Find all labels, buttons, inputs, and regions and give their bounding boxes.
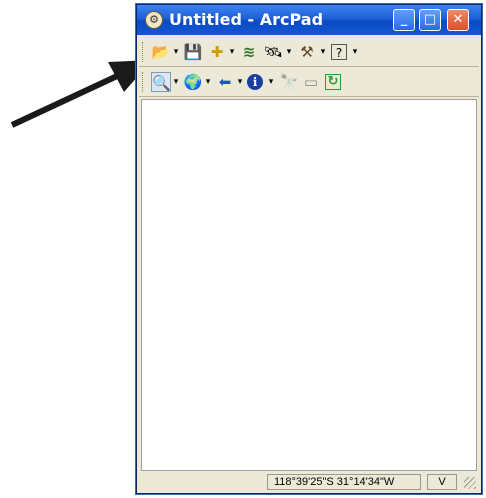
- extent-dropdown[interactable]: ▾: [204, 73, 212, 91]
- full-extent-icon: 🌍: [183, 73, 203, 91]
- find-icon: 🔭: [279, 73, 299, 91]
- gps-dropdown[interactable]: ▾: [285, 43, 293, 61]
- save-button[interactable]: 💾: [183, 42, 203, 62]
- window-title: Untitled - ArcPad: [169, 10, 324, 29]
- help-button[interactable]: ?: [331, 44, 347, 60]
- identify-dropdown[interactable]: ▾: [267, 73, 275, 91]
- full-extent-button[interactable]: 🌍: [183, 72, 203, 92]
- zoom-in-icon: 🔍: [152, 74, 171, 92]
- find-button[interactable]: 🔭: [279, 72, 299, 92]
- app-icon[interactable]: ⚙: [145, 11, 163, 29]
- status-bar: 118°39'25"S 31°14'34"W V: [139, 473, 479, 491]
- open-dropdown[interactable]: ▾: [172, 43, 180, 61]
- toolbar-grip[interactable]: [142, 42, 146, 62]
- zoom-dropdown[interactable]: ▾: [172, 73, 180, 91]
- maximize-icon: □: [423, 12, 437, 27]
- maximize-button[interactable]: □: [419, 9, 441, 31]
- layers-button[interactable]: ≋: [239, 42, 259, 62]
- select-icon: ▭: [303, 73, 319, 91]
- map-canvas[interactable]: [141, 99, 477, 471]
- close-button[interactable]: ✕: [447, 9, 469, 31]
- identify-icon: ℹ: [252, 75, 258, 89]
- save-icon: 💾: [183, 43, 203, 61]
- coordinates-readout: 118°39'25"S 31°14'34"W: [267, 474, 421, 490]
- title-bar[interactable]: ⚙ Untitled - ArcPad _ □ ✕: [137, 5, 481, 35]
- arcpad-window: ⚙ Untitled - ArcPad _ □ ✕ 📂 ▾ 💾 ✚ ▾ ≋ 🛰 …: [136, 4, 482, 494]
- back-button[interactable]: ⬅: [215, 72, 235, 92]
- open-icon: 📂: [151, 43, 171, 61]
- add-layer-dropdown[interactable]: ▾: [228, 43, 236, 61]
- help-icon: ?: [335, 46, 343, 60]
- add-layer-icon: ✚: [210, 43, 224, 61]
- gps-icon: 🛰: [263, 43, 283, 61]
- mode-indicator: V: [427, 474, 457, 490]
- main-toolbar: 📂 ▾ 💾 ✚ ▾ ≋ 🛰 ▾ ⚒ ▾ ? ▾: [139, 37, 479, 67]
- add-layer-button[interactable]: ✚: [207, 42, 227, 62]
- identify-button[interactable]: ℹ: [247, 74, 263, 90]
- tools-dropdown[interactable]: ▾: [319, 43, 327, 61]
- resize-grip[interactable]: [464, 477, 476, 489]
- help-dropdown[interactable]: ▾: [351, 43, 359, 61]
- layers-icon: ≋: [242, 43, 256, 61]
- refresh-icon: ↻: [327, 74, 339, 89]
- toolbar-grip[interactable]: [142, 72, 146, 92]
- back-arrow-icon: ⬅: [218, 73, 232, 91]
- tools-button[interactable]: ⚒: [297, 42, 317, 62]
- browse-toolbar: 🔍 ▾ 🌍 ▾ ⬅ ▾ ℹ ▾ 🔭 ▭ ↻: [139, 67, 479, 97]
- back-dropdown[interactable]: ▾: [236, 73, 244, 91]
- minimize-icon: _: [400, 12, 408, 27]
- tools-icon: ⚒: [300, 43, 314, 61]
- open-button[interactable]: 📂: [151, 42, 171, 62]
- close-icon: ✕: [452, 12, 464, 27]
- minimize-button[interactable]: _: [393, 9, 415, 31]
- gps-button[interactable]: 🛰: [263, 42, 283, 62]
- refresh-button[interactable]: ↻: [325, 74, 341, 90]
- select-button[interactable]: ▭: [301, 72, 321, 92]
- zoom-in-button[interactable]: 🔍: [151, 72, 171, 92]
